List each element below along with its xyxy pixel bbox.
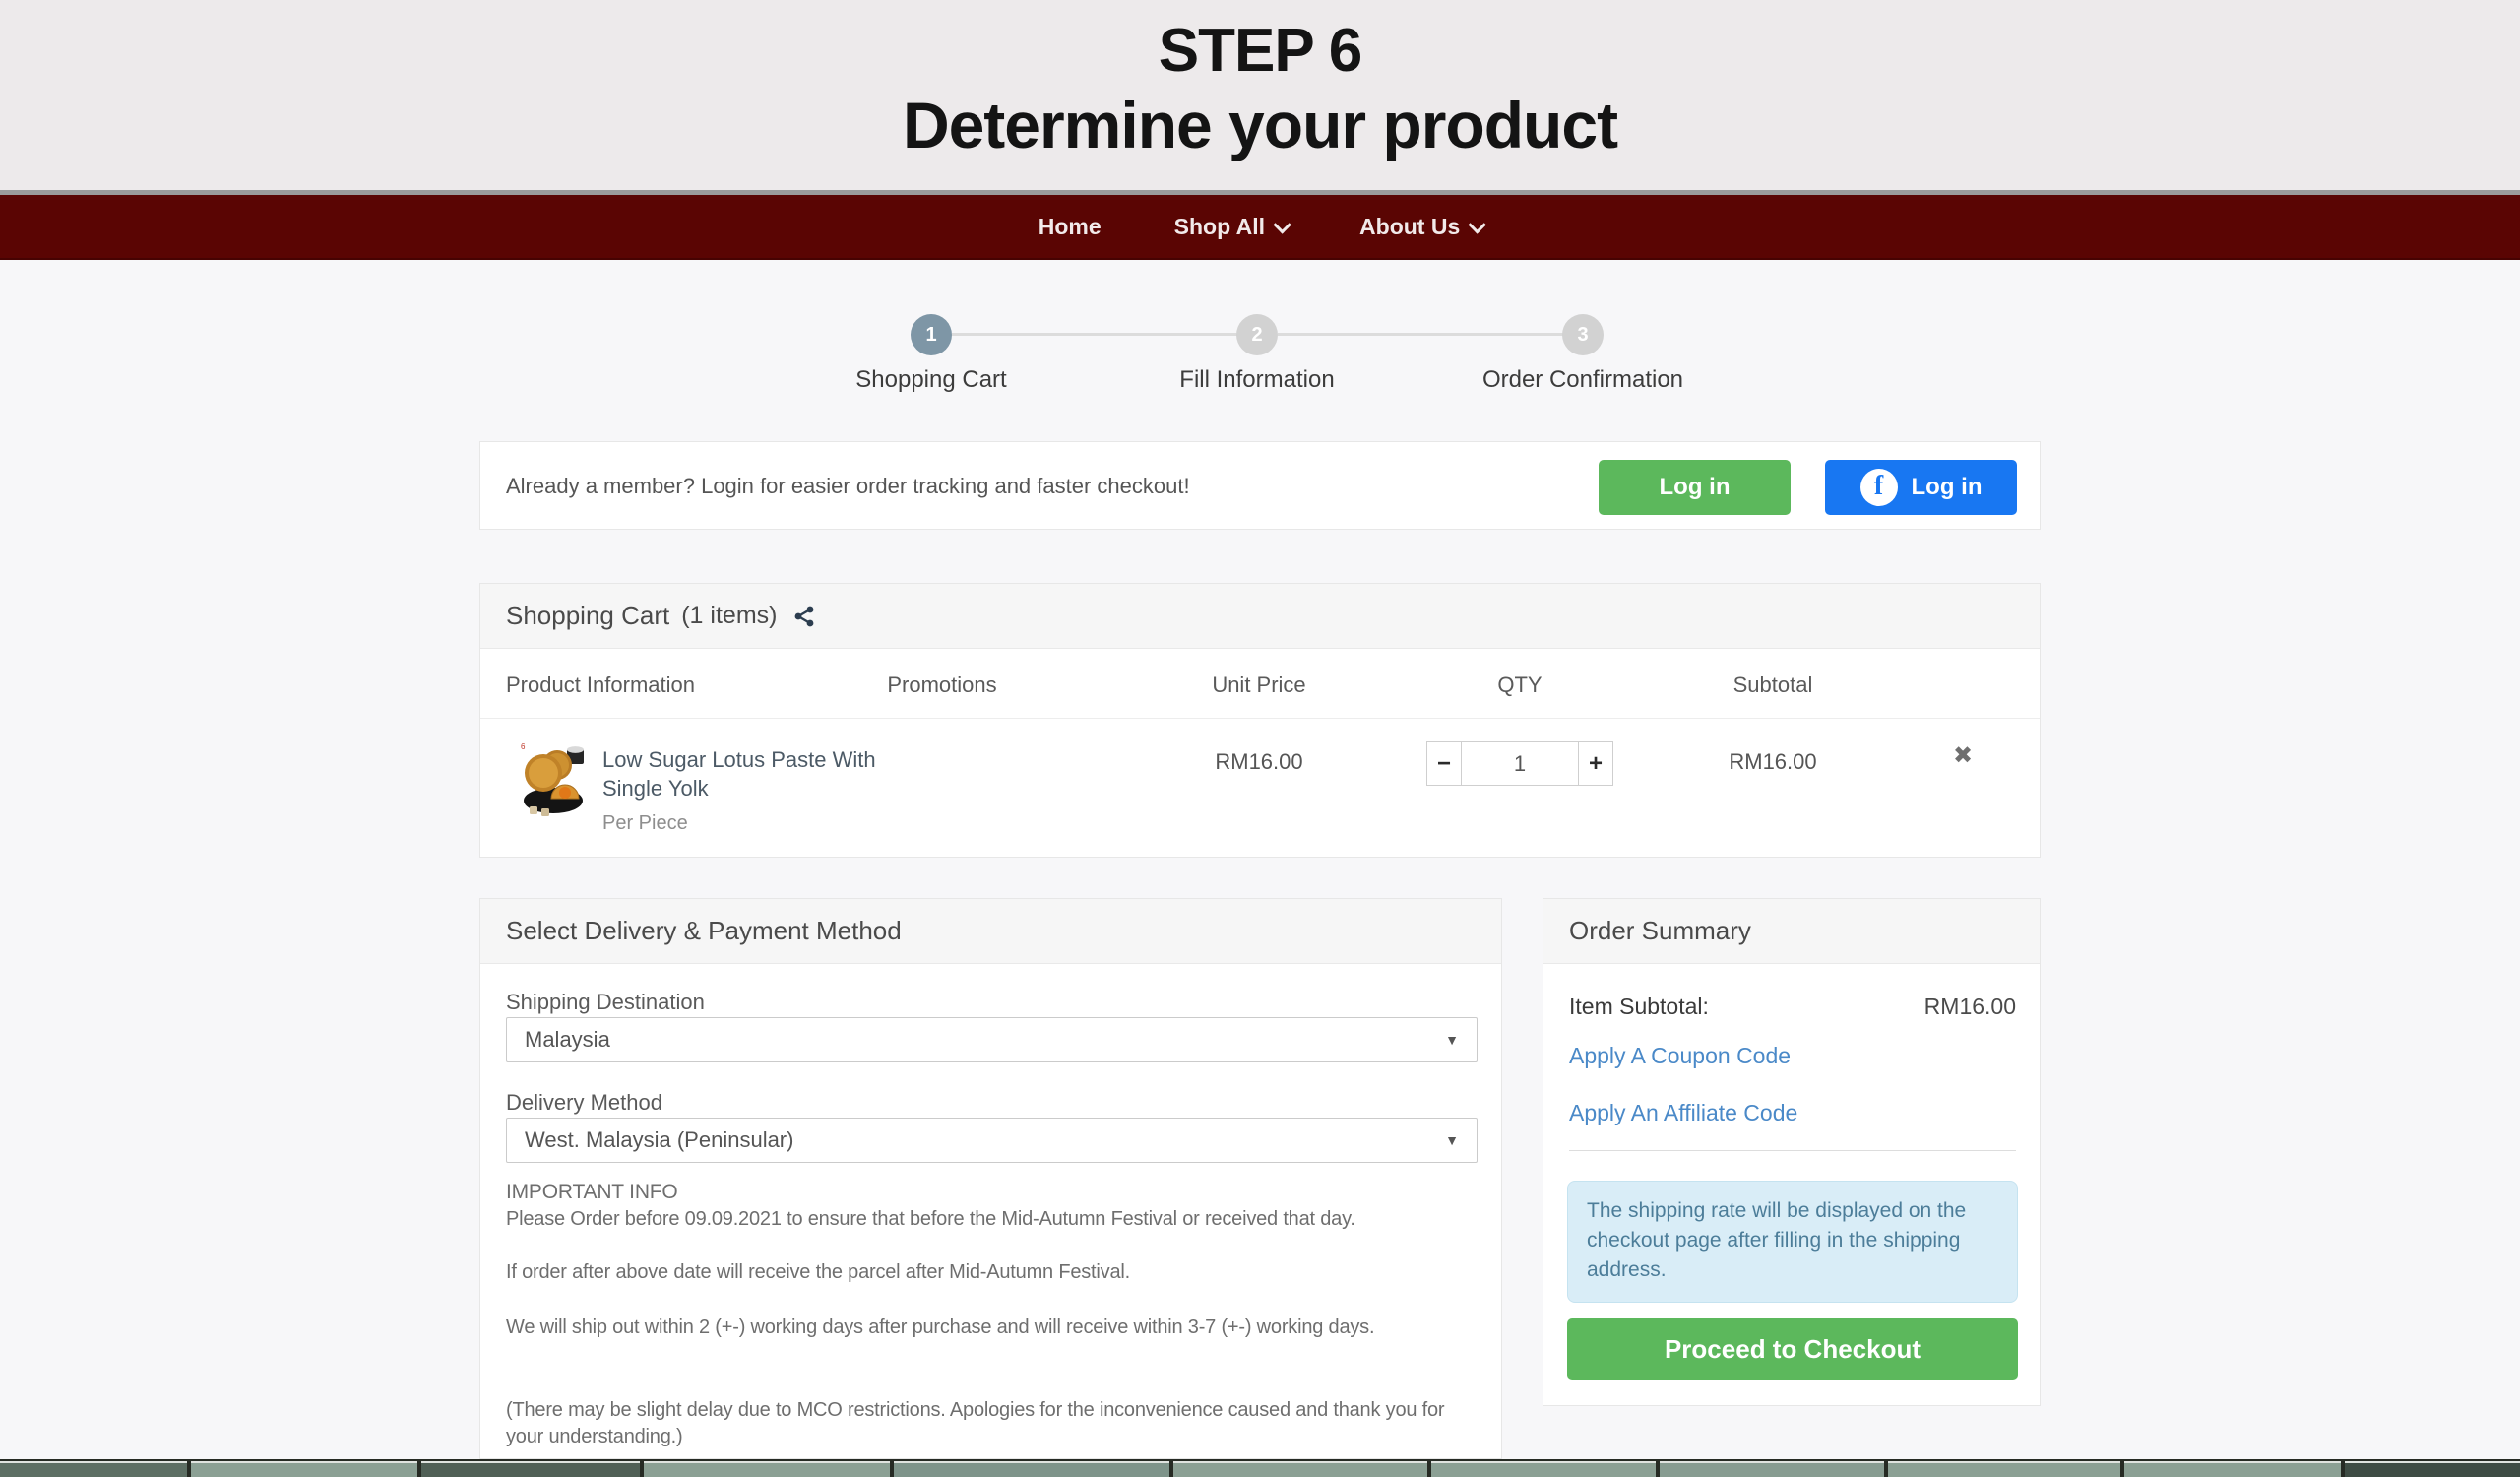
unit-price-value: RM16.00	[1161, 749, 1357, 775]
shipping-rate-note: The shipping rate will be displayed on t…	[1567, 1181, 2018, 1303]
nav-item-shop-all[interactable]: Shop All	[1174, 214, 1287, 240]
taskbar-edge-segment	[644, 1461, 890, 1477]
taskbar-edge-segment	[2345, 1461, 2520, 1477]
login-button[interactable]: Log in	[1599, 460, 1791, 515]
qty-increase-button[interactable]: +	[1578, 741, 1613, 786]
order-summary-header: Order Summary	[1544, 899, 2040, 964]
login-banner: Already a member? Login for easier order…	[479, 441, 2041, 530]
subtotal-value: RM16.00	[1674, 749, 1871, 775]
product-image[interactable]: 6	[518, 739, 587, 824]
nav-home-label: Home	[1039, 214, 1102, 240]
column-header-qty: QTY	[1421, 673, 1618, 698]
apply-affiliate-link[interactable]: Apply An Affiliate Code	[1569, 1100, 1797, 1126]
nav-item-home[interactable]: Home	[1039, 214, 1102, 240]
apply-coupon-link[interactable]: Apply A Coupon Code	[1569, 1043, 1791, 1069]
column-header-promotions: Promotions	[844, 673, 1040, 698]
quantity-stepper: − +	[1426, 741, 1613, 786]
item-subtotal-row: Item Subtotal: RM16.00	[1569, 994, 2016, 1020]
svg-text:6: 6	[521, 742, 526, 751]
summary-divider	[1569, 1150, 2016, 1151]
shipping-destination-value: Malaysia	[525, 1027, 610, 1053]
info-paragraph-2: If order after above date will receive t…	[506, 1259, 1480, 1286]
step-label-order-confirmation: Order Confirmation	[1435, 366, 1731, 394]
nav-about-us-label: About Us	[1359, 214, 1460, 240]
cart-title: Shopping Cart	[506, 601, 669, 631]
product-name-line2: Single Yolk	[602, 774, 876, 803]
taskbar-edge-segment	[1888, 1461, 2120, 1477]
page-title: Determine your product	[0, 88, 2520, 162]
facebook-login-button[interactable]: f Log in	[1825, 460, 2017, 515]
taskbar-edge	[0, 1459, 2520, 1477]
taskbar-edge-segment	[0, 1461, 187, 1477]
step-heading: STEP 6	[0, 0, 2520, 86]
delivery-method-label: Delivery Method	[506, 1090, 662, 1116]
chevron-down-icon	[1273, 216, 1291, 233]
item-subtotal-value: RM16.00	[1924, 994, 2016, 1020]
dropdown-arrow-icon: ▼	[1445, 1032, 1459, 1048]
cart-panel-header: Shopping Cart (1 items)	[480, 584, 2040, 649]
chevron-down-icon	[1469, 216, 1486, 233]
step-label-shopping-cart: Shopping Cart	[784, 366, 1079, 394]
shipping-destination-select[interactable]: Malaysia ▼	[506, 1017, 1478, 1062]
item-subtotal-label: Item Subtotal:	[1569, 994, 1709, 1020]
delivery-method-value: West. Malaysia (Peninsular)	[525, 1127, 793, 1153]
nav-item-about-us[interactable]: About Us	[1359, 214, 1481, 240]
taskbar-edge-segment	[1431, 1461, 1656, 1477]
main-nav: Home Shop All About Us	[0, 195, 2520, 260]
column-header-subtotal: Subtotal	[1674, 673, 1871, 698]
facebook-login-label: Log in	[1912, 474, 1983, 501]
info-paragraph-3: We will ship out within 2 (+-) working d…	[506, 1315, 1480, 1341]
proceed-to-checkout-button[interactable]: Proceed to Checkout	[1567, 1318, 2018, 1380]
taskbar-edge-segment	[1173, 1461, 1427, 1477]
step-label-fill-information: Fill Information	[1109, 366, 1405, 394]
login-message: Already a member? Login for easier order…	[506, 474, 1190, 499]
facebook-icon: f	[1860, 469, 1898, 506]
step-connector	[1278, 333, 1563, 336]
qty-input[interactable]	[1462, 741, 1578, 786]
delivery-payment-panel: Select Delivery & Payment Method Shippin…	[479, 898, 1502, 1459]
shopping-cart-panel: Shopping Cart (1 items) Product Informat…	[479, 583, 2041, 858]
dropdown-arrow-icon: ▼	[1445, 1132, 1459, 1148]
column-header-product-information: Product Information	[506, 673, 695, 698]
share-icon[interactable]	[792, 605, 816, 628]
delivery-panel-header: Select Delivery & Payment Method	[480, 899, 1501, 964]
info-paragraph-1: Please Order before 09.09.2021 to ensure…	[506, 1206, 1480, 1233]
taskbar-edge-segment	[1660, 1461, 1884, 1477]
taskbar-edge-segment	[2124, 1461, 2341, 1477]
remove-item-button[interactable]: ✖	[1953, 741, 1973, 770]
step-circle-1: 1	[911, 314, 952, 355]
product-variant: Per Piece	[602, 809, 876, 838]
taskbar-edge-segment	[894, 1461, 1169, 1477]
step-connector	[952, 333, 1237, 336]
product-name-line1: Low Sugar Lotus Paste With	[602, 745, 876, 774]
shipping-destination-label: Shipping Destination	[506, 990, 705, 1015]
order-summary-panel: Order Summary Item Subtotal: RM16.00 App…	[1543, 898, 2041, 1406]
step-circle-3: 3	[1562, 314, 1604, 355]
nav-shop-all-label: Shop All	[1174, 214, 1265, 240]
product-name-link[interactable]: Low Sugar Lotus Paste With Single Yolk P…	[602, 745, 876, 838]
taskbar-edge-segment	[191, 1461, 417, 1477]
column-header-unit-price: Unit Price	[1161, 673, 1357, 698]
important-info-block: IMPORTANT INFO Please Order before 09.09…	[506, 1179, 1480, 1450]
step-circle-2: 2	[1236, 314, 1278, 355]
qty-decrease-button[interactable]: −	[1426, 741, 1462, 786]
page-header: STEP 6 Determine your product	[0, 0, 2520, 190]
delivery-method-select[interactable]: West. Malaysia (Peninsular) ▼	[506, 1118, 1478, 1163]
table-header-divider	[480, 718, 2040, 719]
delivery-panel-title: Select Delivery & Payment Method	[506, 916, 902, 946]
page: STEP 6 Determine your product Home Shop …	[0, 0, 2520, 1477]
taskbar-edge-segment	[421, 1461, 640, 1477]
info-paragraph-4: (There may be slight delay due to MCO re…	[506, 1397, 1480, 1450]
cart-items-count: (1 items)	[681, 602, 777, 630]
important-info-heading: IMPORTANT INFO	[506, 1179, 1480, 1205]
order-summary-title: Order Summary	[1569, 916, 1751, 946]
